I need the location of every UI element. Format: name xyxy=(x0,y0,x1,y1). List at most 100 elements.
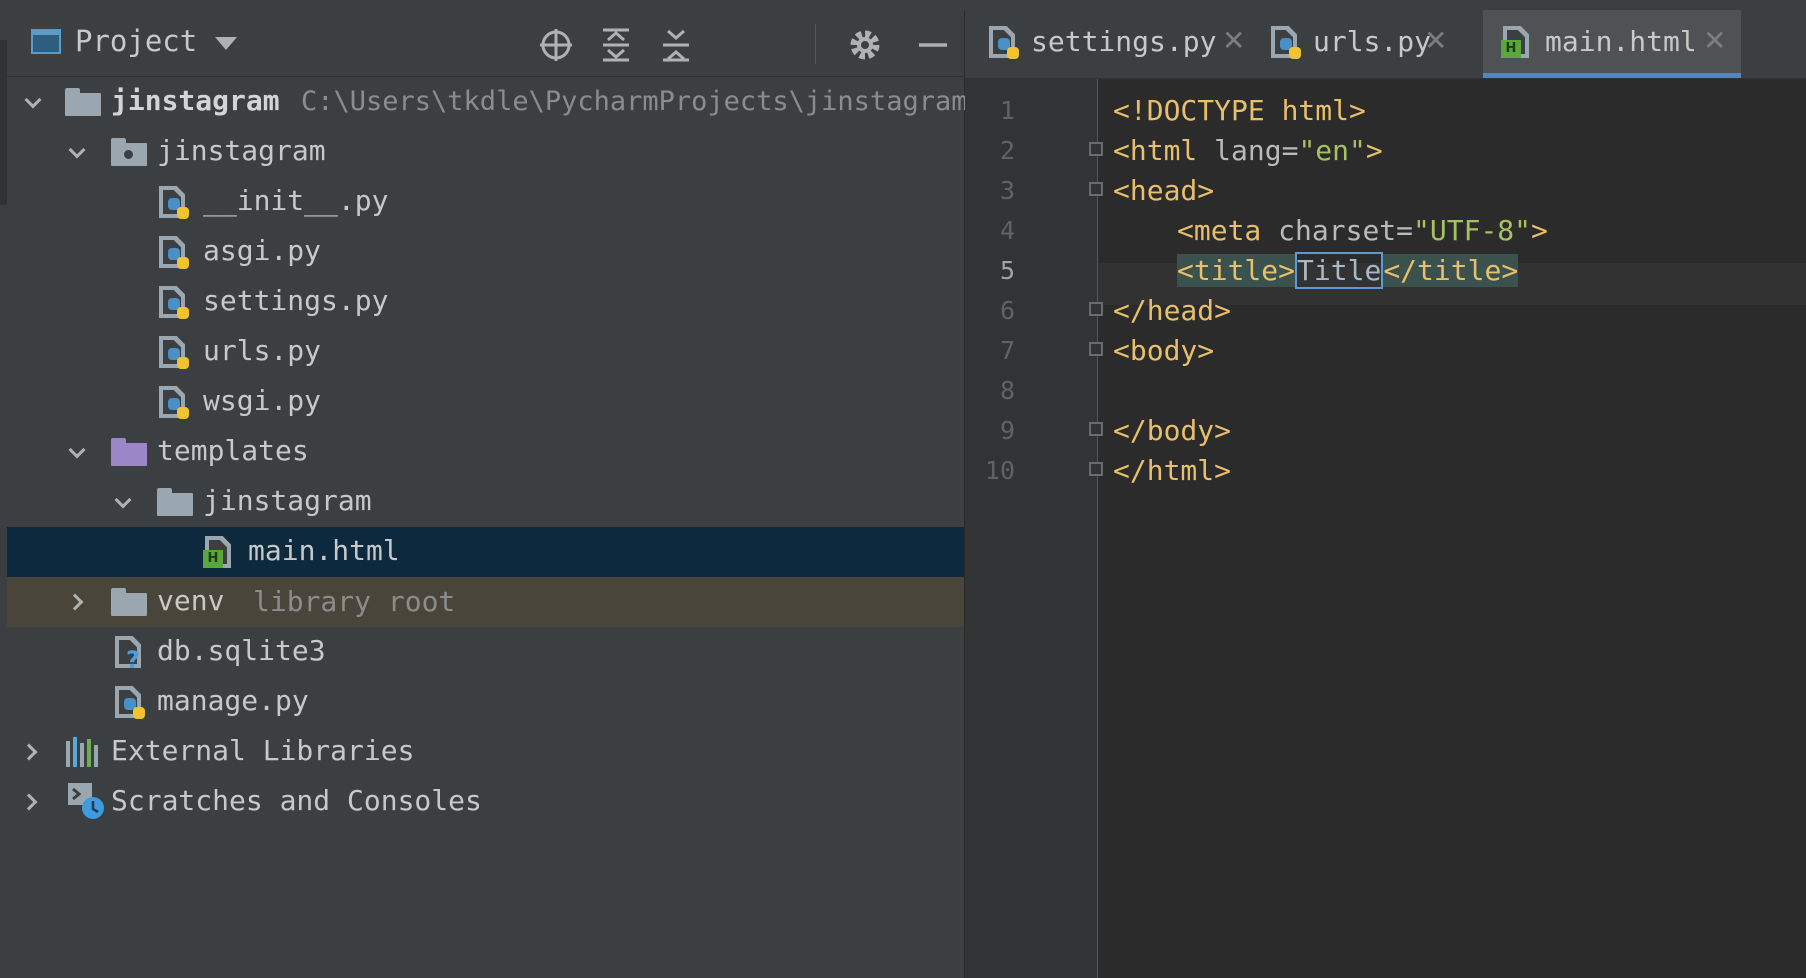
code-doctype: <!DOCTYPE html> xyxy=(1113,94,1366,127)
python-file-icon xyxy=(159,336,189,369)
tree-item-file[interactable]: manage.py xyxy=(7,677,964,727)
settings-button[interactable] xyxy=(845,28,885,62)
line-number: 4 xyxy=(999,216,1015,245)
tree-item-file[interactable]: urls.py xyxy=(7,327,964,377)
tree-item-file[interactable]: __init__.py xyxy=(7,177,964,227)
tree-item-file[interactable]: settings.py xyxy=(7,277,964,327)
left-tool-strip xyxy=(0,10,7,978)
tab-main-html[interactable]: H main.html ✕ xyxy=(1483,10,1741,78)
tab-urls-py[interactable]: urls.py ✕ xyxy=(1247,10,1449,78)
tree-item-label: __init__.py xyxy=(203,184,389,217)
code-line[interactable]: <body> xyxy=(1113,334,1214,367)
line-number: 3 xyxy=(999,176,1015,205)
editor-gutter xyxy=(965,79,1097,978)
tree-item-file[interactable]: asgi.py xyxy=(7,227,964,277)
close-icon[interactable]: ✕ xyxy=(1222,24,1245,57)
project-tool-window-stripe[interactable] xyxy=(0,40,7,205)
python-file-icon xyxy=(1271,26,1301,59)
close-icon[interactable]: ✕ xyxy=(1703,24,1726,57)
chevron-right-icon[interactable] xyxy=(66,593,84,611)
line-number-current: 5 xyxy=(999,256,1015,285)
project-panel: Project jinstagram C:\Users\tkdle\Pychar… xyxy=(7,10,968,978)
folder-icon xyxy=(111,588,147,616)
tree-item-file[interactable]: ? db.sqlite3 xyxy=(7,627,964,677)
tree-item-package[interactable]: jinstagram xyxy=(7,127,964,177)
editor: settings.py ✕ urls.py ✕ H main.html ✕ 1 … xyxy=(965,10,1806,978)
tree-item-label: templates xyxy=(157,434,309,467)
line-number: 9 xyxy=(999,416,1015,445)
chevron-down-icon[interactable] xyxy=(114,491,132,509)
chevron-right-icon[interactable] xyxy=(20,743,38,761)
line-number: 8 xyxy=(999,376,1015,405)
tree-item-label: main.html xyxy=(248,534,400,567)
collapse-all-icon xyxy=(663,29,689,62)
chevron-down-icon[interactable] xyxy=(68,141,86,159)
editor-tab-bar: settings.py ✕ urls.py ✕ H main.html ✕ xyxy=(965,10,1806,79)
fold-marker[interactable] xyxy=(1089,462,1103,476)
python-file-icon xyxy=(159,286,189,319)
code-line-current[interactable]: <title>Title</title> xyxy=(1177,252,1519,289)
tree-item-venv[interactable]: venv library root xyxy=(7,577,964,627)
fold-marker[interactable] xyxy=(1089,422,1103,436)
chevron-down-icon[interactable] xyxy=(215,37,237,50)
tree-item-label: urls.py xyxy=(203,334,322,367)
expand-all-icon xyxy=(603,28,629,62)
code-tag: </html> xyxy=(1113,454,1232,487)
library-icon xyxy=(66,737,98,767)
code-line[interactable]: <meta charset="UTF-8"> xyxy=(1177,214,1548,247)
chevron-right-icon[interactable] xyxy=(20,793,38,811)
chevron-down-icon[interactable] xyxy=(24,91,42,109)
tree-item-label: asgi.py xyxy=(203,234,322,267)
tree-item-folder[interactable]: jinstagram xyxy=(7,477,964,527)
code-tag: <meta xyxy=(1177,214,1279,247)
code-line[interactable]: <!DOCTYPE html> xyxy=(1113,94,1366,127)
tree-item-scratches[interactable]: Scratches and Consoles xyxy=(7,777,964,827)
code-line[interactable]: <html lang="en"> xyxy=(1113,134,1383,167)
code-line[interactable]: </head> xyxy=(1113,294,1231,327)
tree-item-label: db.sqlite3 xyxy=(157,634,326,667)
minimize-icon xyxy=(919,43,947,47)
code-tag: </head> xyxy=(1113,294,1232,327)
collapse-all-button[interactable] xyxy=(656,28,696,62)
chevron-down-icon[interactable] xyxy=(68,441,86,459)
tree-item-templates-folder[interactable]: templates xyxy=(7,427,964,477)
project-path: C:\Users\tkdle\PycharmProjects\jinstagra… xyxy=(301,86,968,117)
python-file-icon xyxy=(159,186,189,219)
tree-item-project-root[interactable]: jinstagram C:\Users\tkdle\PycharmProject… xyxy=(7,77,968,127)
folder-icon xyxy=(65,88,101,116)
tab-label: settings.py xyxy=(1031,25,1217,58)
locate-file-button[interactable] xyxy=(536,28,576,62)
code-tag-matched: <title> xyxy=(1177,254,1296,287)
templates-folder-icon xyxy=(111,438,147,466)
fold-marker[interactable] xyxy=(1089,142,1103,156)
tree-item-label: jinstagram xyxy=(203,484,372,517)
fold-marker[interactable] xyxy=(1089,182,1103,196)
python-file-icon xyxy=(159,386,189,419)
html-file-icon: H xyxy=(203,536,231,568)
project-tree: jinstagram C:\Users\tkdle\PycharmProject… xyxy=(7,77,968,827)
package-folder-icon xyxy=(111,138,147,166)
code-tag: > xyxy=(1365,134,1383,167)
close-icon[interactable]: ✕ xyxy=(1424,24,1447,57)
folder-icon xyxy=(157,488,193,516)
fold-marker[interactable] xyxy=(1089,342,1103,356)
code-string: "en" xyxy=(1298,134,1366,167)
code-tag: <html xyxy=(1113,134,1215,167)
project-panel-title[interactable]: Project xyxy=(75,24,197,58)
python-file-icon xyxy=(159,236,189,269)
fold-marker[interactable] xyxy=(1089,302,1103,316)
tree-item-external-libraries[interactable]: External Libraries xyxy=(7,727,964,777)
code-tag: > xyxy=(1531,214,1548,247)
expand-all-button[interactable] xyxy=(596,28,636,62)
python-file-icon xyxy=(115,686,145,719)
python-file-icon xyxy=(989,26,1019,59)
code-line[interactable]: </body> xyxy=(1113,414,1231,447)
hide-panel-button[interactable] xyxy=(913,28,953,62)
tree-item-file-selected[interactable]: H main.html xyxy=(7,527,964,577)
tree-item-file[interactable]: wsgi.py xyxy=(7,377,964,427)
tree-item-label: venv xyxy=(157,584,225,617)
tree-item-label: jinstagram xyxy=(157,134,326,167)
code-line[interactable]: <head> xyxy=(1113,174,1214,207)
tab-settings-py[interactable]: settings.py ✕ xyxy=(965,10,1245,78)
code-line[interactable]: </html> xyxy=(1113,454,1231,487)
